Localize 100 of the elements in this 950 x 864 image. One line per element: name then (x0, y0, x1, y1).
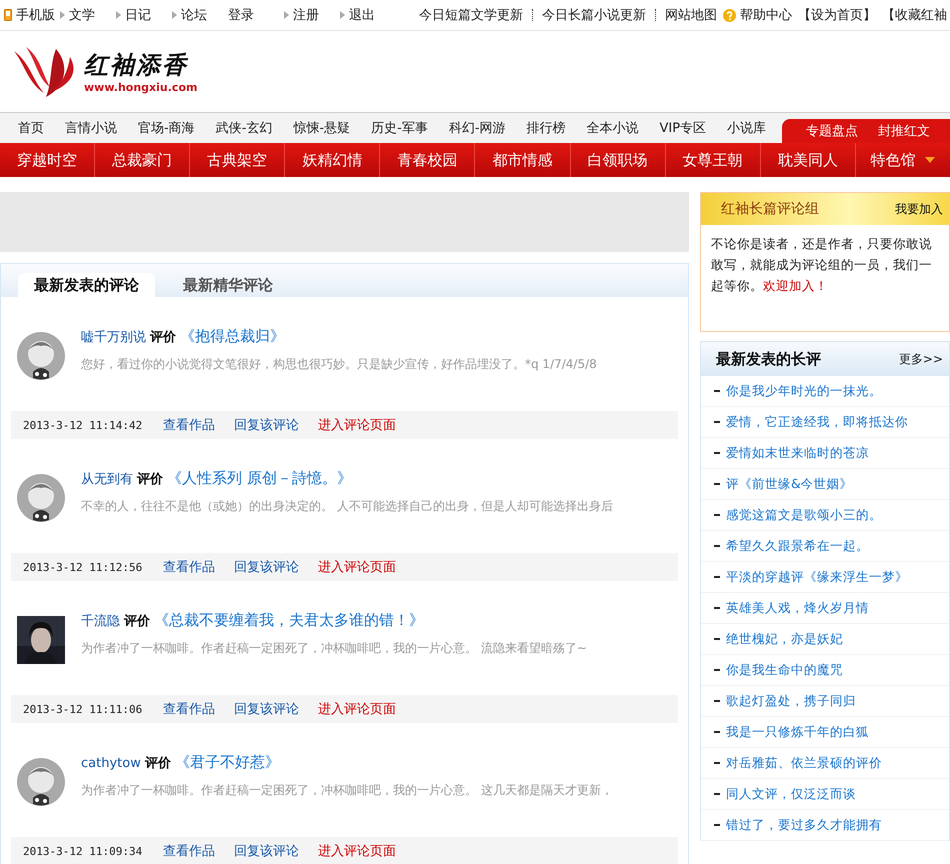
top-link[interactable]: 今日长篇小说更新 (539, 6, 649, 24)
user-link[interactable]: 从无到有 (81, 470, 133, 488)
long-reviews-title: 最新发表的长评 (716, 350, 821, 368)
review-link[interactable]: 对岳雅茹、依兰景硕的评价 (726, 754, 882, 772)
top-link[interactable]: 退出 (340, 6, 392, 24)
help-icon (723, 8, 736, 22)
welcome-link[interactable]: 欢迎加入！ (763, 278, 828, 293)
special-nav-link[interactable]: 专题盘点 (806, 122, 858, 140)
comment-action-link[interactable]: 进入评论页面 (318, 416, 396, 434)
category-link[interactable]: 穿越时空 (0, 143, 96, 177)
review-link[interactable]: 歌起灯盈处，携子同归 (726, 692, 856, 710)
category-link[interactable]: 耽美同人 (760, 143, 856, 177)
group-title: 红袖长篇评论组 (721, 200, 819, 218)
top-link[interactable]: 【收藏红袖 (879, 6, 950, 24)
verb-label: 评价 (150, 329, 176, 346)
book-title-link[interactable]: 《总裁不要缠着我，夫君太多谁的错！》 (154, 611, 424, 630)
nav-link[interactable]: 小说库 (727, 119, 766, 137)
avatar-icon (17, 332, 65, 380)
comment-action-link[interactable]: 进入评论页面 (318, 842, 396, 860)
category-link[interactable]: 总裁豪门 (95, 143, 190, 177)
review-link[interactable]: 爱情如末世来临时的苍凉 (726, 444, 869, 462)
comment-action-link[interactable]: 回复该评论 (234, 842, 300, 860)
comment-action-link[interactable]: 回复该评论 (234, 700, 300, 718)
comment-action-link[interactable]: 回复该评论 (234, 558, 300, 576)
review-link[interactable]: 绝世槐妃，亦是妖妃 (726, 630, 843, 648)
top-link[interactable]: 论坛 (172, 6, 224, 24)
category-link[interactable]: 白领职场 (570, 143, 666, 177)
site-logo[interactable]: 红袖添香 www.hongxiu.com (10, 42, 198, 100)
arrow-icon (284, 11, 289, 19)
nav-link[interactable]: 排行榜 (526, 119, 566, 137)
category-link[interactable]: 都市情感 (475, 143, 571, 177)
category-link[interactable]: 青春校园 (380, 143, 476, 177)
nav-link[interactable]: 科幻-网游 (448, 119, 506, 137)
arrow-icon (116, 11, 121, 19)
book-title-link[interactable]: 《君子不好惹》 (174, 753, 280, 772)
review-link[interactable]: 感觉这篇文是歌颂小三的。 (726, 506, 882, 524)
comment-action-link[interactable]: 查看作品 (163, 700, 216, 718)
arrow-icon (172, 11, 177, 19)
comment-date: 2013-3-12 11:11:06 (23, 702, 142, 716)
review-link[interactable]: 希望久久跟景希在一起。 (726, 538, 869, 554)
category-link[interactable]: 女尊王朝 (666, 143, 761, 177)
comment-action-link[interactable]: 进入评论页面 (318, 558, 396, 576)
review-link[interactable]: 你是我生命中的魔咒 (726, 662, 843, 678)
category-link[interactable]: 妖精幻情 (285, 143, 380, 177)
nav-link[interactable]: 言情小说 (65, 119, 117, 137)
more-link[interactable]: 更多>> (898, 350, 943, 368)
comment-action-link[interactable]: 查看作品 (163, 558, 216, 576)
logo-url: www.hongxiu.com (84, 81, 198, 94)
nav-link[interactable]: 首页 (18, 119, 44, 137)
comment-text: 为作者冲了一杯咖啡。作者赶稿一定困死了，冲杯咖啡吧，我的一片心意。 流隐来看望暗殇了~ (81, 640, 587, 657)
tab[interactable]: 最新精华评论 (167, 273, 289, 297)
review-link[interactable]: 评《前世缘&今世姻》 (726, 476, 853, 492)
nav-link[interactable]: 历史-军事 (371, 119, 428, 137)
comment-date: 2013-3-12 11:14:42 (23, 418, 142, 432)
comment-action-link[interactable]: 查看作品 (163, 416, 216, 434)
avatar-icon (17, 474, 65, 522)
top-link[interactable]: 手机版 (4, 6, 56, 24)
phone-icon (4, 9, 12, 21)
review-link[interactable]: 爱情，它正途经我，即将抵达你 (726, 414, 908, 430)
book-title-link[interactable]: 《抱得总裁归》 (180, 327, 285, 346)
top-link[interactable]: 【设为首页】 (795, 6, 879, 24)
verb-label: 评价 (124, 613, 150, 630)
verb-label: 评价 (144, 755, 171, 772)
top-link[interactable]: 注册 (284, 6, 336, 24)
comment-date: 2013-3-12 11:12:56 (23, 560, 142, 574)
review-link[interactable]: 平淡的穿越评《缘来浮生一梦》 (726, 568, 908, 586)
arrow-icon (60, 11, 65, 19)
review-link[interactable]: 错过了，要过多久才能拥有 (726, 816, 882, 834)
nav-link[interactable]: 惊悚-悬疑 (293, 119, 350, 137)
book-title-link[interactable]: 《人性系列 原创－詩憶。》 (167, 469, 352, 488)
category-link[interactable]: 特色馆 (856, 143, 950, 177)
top-link[interactable]: 文学 (60, 6, 112, 24)
comment-date: 2013-3-12 11:09:34 (23, 844, 142, 858)
nav-link[interactable]: VIP专区 (660, 119, 706, 137)
logo-name: 红袖添香 (84, 49, 190, 81)
top-link[interactable]: 帮助中心 (720, 6, 795, 24)
special-nav-link[interactable]: 封推红文 (878, 122, 930, 140)
comment-text: 为作者冲了一杯咖啡。作者赶稿一定困死了，冲杯咖啡吧，我的一片心意。 这几天都是隔天才更新， (81, 782, 613, 799)
user-link[interactable]: 千流隐 (81, 612, 120, 630)
review-link[interactable]: 同人文评，仅泛泛而谈 (726, 786, 856, 802)
nav-link[interactable]: 官场-商海 (138, 119, 195, 137)
top-link[interactable]: 日记 (116, 6, 168, 24)
review-link[interactable]: 我是一只修炼千年的白狐 (726, 724, 869, 740)
user-link[interactable]: 嘘千万别说 (81, 328, 146, 346)
avatar-icon (17, 758, 65, 806)
comment-action-link[interactable]: 进入评论页面 (318, 700, 396, 718)
nav-link[interactable]: 全本小说 (586, 119, 639, 137)
top-link[interactable]: 今日短篇文学更新 (416, 6, 526, 24)
top-link[interactable]: 网站地图 (662, 6, 720, 24)
comment-action-link[interactable]: 查看作品 (163, 842, 216, 860)
join-link[interactable]: 我要加入 (895, 200, 943, 218)
nav-link[interactable]: 武侠-玄幻 (216, 119, 272, 137)
category-link[interactable]: 古典架空 (190, 143, 286, 177)
review-link[interactable]: 英雄美人戏，烽火岁月情 (726, 600, 869, 616)
top-link[interactable]: 登录 (228, 6, 280, 24)
comment-action-link[interactable]: 回复该评论 (234, 416, 300, 434)
comment-text: 您好，看过你的小说觉得文笔很好，构思也很巧妙。只是缺少宣传，好作品埋没了。*q 1/7/4/5/8 (81, 356, 597, 373)
user-link[interactable]: cathytow (81, 756, 141, 771)
tab[interactable]: 最新发表的评论 (18, 273, 155, 297)
review-link[interactable]: 你是我少年时光的一抹光。 (726, 382, 882, 400)
